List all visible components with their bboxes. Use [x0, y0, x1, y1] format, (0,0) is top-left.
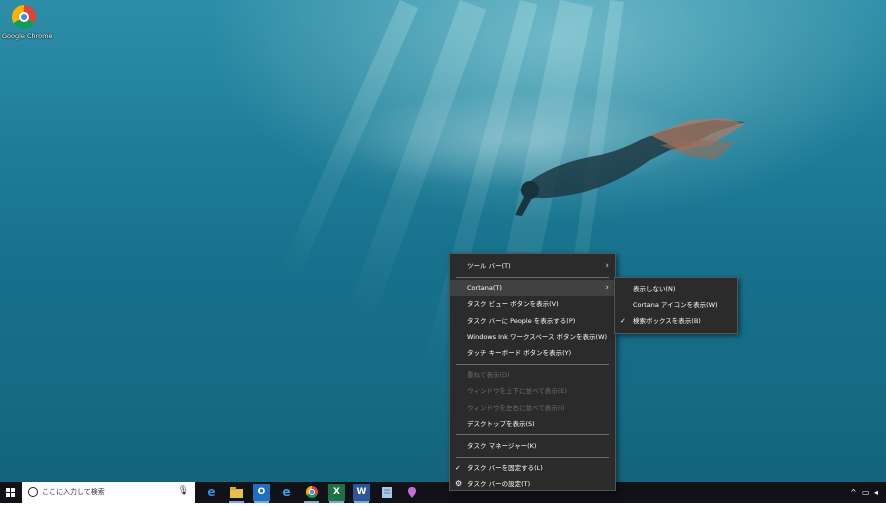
menu-item-people[interactable]: タスク バーに People を表示する(P) [450, 313, 615, 329]
menu-item-taskbar-settings[interactable]: ⚙ タスク バーの設定(T) [450, 476, 615, 492]
internet-explorer-icon[interactable]: e [278, 484, 295, 501]
start-button[interactable] [0, 482, 21, 503]
menu-item-label: タスク バーを固定する(L) [467, 464, 543, 473]
menu-item-label: Windows Ink ワークスペース ボタンを表示(W) [467, 332, 608, 341]
excel-icon[interactable]: X [328, 484, 345, 503]
menu-item-toolbars[interactable]: ツール バー(T) › [450, 258, 615, 274]
menu-item-label: 検索ボックスを表示(B) [633, 317, 701, 326]
menu-item-side-by-side: ウィンドウを左右に並べて表示(I) [450, 400, 615, 416]
menu-separator [456, 456, 609, 458]
submenu-item-show-search-box[interactable]: ✓ 検索ボックスを表示(B) [615, 313, 737, 329]
menu-item-lock-taskbar[interactable]: ✓ タスク バーを固定する(L) [450, 460, 615, 476]
menu-item-task-view-button[interactable]: タスク ビュー ボタンを表示(V) [450, 296, 615, 312]
gear-icon: ⚙ [455, 479, 463, 489]
submenu-item-hidden[interactable]: 表示しない(N) [615, 281, 737, 297]
menu-item-label: タスク ビュー ボタンを表示(V) [467, 300, 559, 309]
menu-item-label: 重ねて表示(D) [467, 371, 510, 380]
chevron-right-icon: › [605, 261, 609, 271]
chrome-icon[interactable] [303, 484, 320, 503]
paint-3d-icon[interactable] [403, 484, 420, 501]
microphone-icon[interactable]: 🎙 [178, 486, 189, 496]
checkmark-icon: ✓ [455, 464, 461, 473]
windows-logo-icon [6, 488, 15, 497]
menu-item-stack-windows: ウィンドウを上下に並べて表示(E) [450, 383, 615, 399]
outlook-icon[interactable]: O [253, 484, 270, 503]
menu-item-cortana[interactable]: Cortana(T) › [450, 280, 615, 297]
taskbar: ここに入力して検索 🎙 e O e X W ^ ▭ ◂ [0, 482, 886, 503]
taskbar-context-menu: ツール バー(T) › Cortana(T) › タスク ビュー ボタンを表示(… [449, 253, 616, 491]
chevron-right-icon: › [605, 283, 609, 294]
search-box[interactable]: ここに入力して検索 🎙 [22, 482, 195, 503]
desktop-icon-chrome[interactable]: Google Chrome [2, 5, 53, 40]
menu-item-windows-ink[interactable]: Windows Ink ワークスペース ボタンを表示(W) [450, 329, 615, 345]
menu-item-label: タスク バーの設定(T) [467, 480, 531, 489]
search-placeholder: ここに入力して検索 [42, 488, 105, 496]
menu-item-label: タスク マネージャー(K) [467, 441, 537, 450]
menu-item-label: 表示しない(N) [633, 285, 676, 293]
menu-item-label: タスク バーに People を表示する(P) [467, 316, 576, 325]
menu-item-label: タッチ キーボード ボタンを表示(Y) [467, 348, 572, 357]
menu-item-task-manager[interactable]: タスク マネージャー(K) [450, 438, 615, 454]
word-icon[interactable]: W [353, 484, 370, 503]
desktop-icon-label: Google Chrome [2, 32, 53, 40]
volume-icon[interactable]: ◂ [874, 482, 878, 503]
menu-item-label: Cortana アイコンを表示(W) [633, 301, 718, 310]
show-hidden-icons-chevron[interactable]: ^ [850, 482, 857, 503]
menu-item-label: Cortana(T) [467, 284, 502, 293]
menu-item-label: ツール バー(T) [467, 262, 511, 270]
file-explorer-icon[interactable] [228, 484, 245, 503]
menu-separator [456, 276, 609, 278]
submenu-item-show-cortana-icon[interactable]: Cortana アイコンを表示(W) [615, 297, 737, 313]
menu-item-label: ウィンドウを左右に並べて表示(I) [467, 403, 565, 412]
menu-item-cascade-windows: 重ねて表示(D) [450, 367, 615, 383]
network-icon[interactable]: ▭ [862, 482, 870, 503]
cortana-submenu: 表示しない(N) Cortana アイコンを表示(W) ✓ 検索ボックスを表示(… [614, 277, 738, 334]
notepad-icon[interactable] [378, 484, 395, 501]
swimmer-figure [515, 118, 745, 216]
chrome-icon [12, 5, 36, 29]
system-tray: ^ ▭ ◂ [846, 482, 886, 503]
menu-item-touch-keyboard[interactable]: タッチ キーボード ボタンを表示(Y) [450, 345, 615, 361]
menu-item-show-desktop[interactable]: デスクトップを表示(S) [450, 416, 615, 432]
edge-icon[interactable]: e [203, 484, 220, 501]
checkmark-icon: ✓ [620, 317, 626, 326]
menu-item-label: ウィンドウを上下に並べて表示(E) [467, 387, 567, 396]
menu-item-label: デスクトップを表示(S) [467, 419, 535, 428]
cortana-circle-icon [28, 487, 38, 497]
desktop-wallpaper[interactable]: Google Chrome [0, 0, 886, 482]
menu-separator [456, 363, 609, 365]
menu-separator [456, 434, 609, 436]
